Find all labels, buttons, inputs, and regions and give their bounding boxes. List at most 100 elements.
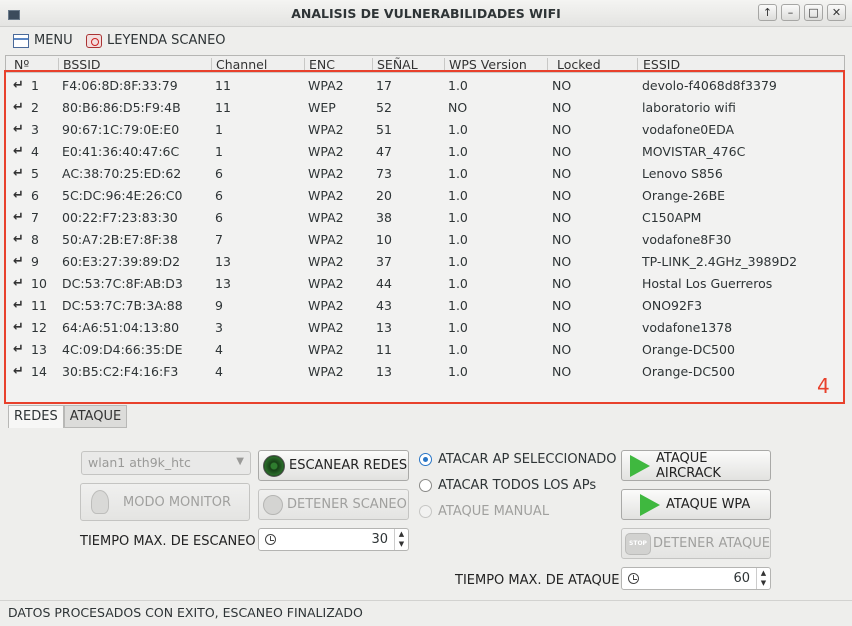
window-title: ANALISIS DE VULNERABILIDADES WIFI [291, 6, 561, 21]
enter-arrow-icon: ↵ [13, 276, 24, 291]
cell-n: 13 [31, 342, 47, 357]
cell-wps: 1.0 [448, 298, 468, 313]
col-header-enc[interactable]: ENC [309, 57, 335, 72]
cell-channel: 11 [215, 100, 231, 115]
cell-channel: 1 [215, 122, 223, 137]
table-row[interactable]: ↵ 3 90:67:1C:79:0E:E0 1 WPA2 51 1.0 NO vodafone0… [6, 118, 844, 140]
cell-locked: NO [552, 166, 572, 181]
cell-signal: 13 [376, 320, 392, 335]
menu-menu[interactable]: MENU [13, 33, 73, 48]
scan-networks-label: ESCANEAR REDES [289, 458, 408, 473]
cell-bssid: 4C:09:D4:66:35:DE [62, 342, 183, 357]
col-header-signal[interactable]: SEÑAL [377, 57, 418, 72]
cell-bssid: E0:41:36:40:47:6C [62, 144, 180, 159]
cell-channel: 13 [215, 254, 231, 269]
cell-channel: 6 [215, 210, 223, 225]
col-header-locked[interactable]: Locked [557, 57, 601, 72]
col-header-bssid[interactable]: BSSID [63, 57, 101, 72]
radio-indicator [419, 505, 432, 518]
cell-channel: 3 [215, 320, 223, 335]
menu-icon [13, 33, 29, 48]
cell-bssid: F4:06:8D:8F:33:79 [62, 78, 178, 93]
close-button[interactable]: ✕ [827, 4, 846, 21]
cell-n: 14 [31, 364, 47, 379]
wpa-attack-button[interactable]: ATAQUE WPA [621, 489, 771, 520]
spin-arrows[interactable]: ▲ ▼ [756, 568, 770, 589]
interface-select[interactable]: wlan1 ath9k_htc ▼ [81, 451, 251, 475]
cell-n: 6 [31, 188, 39, 203]
cell-essid: MOVISTAR_476C [642, 144, 746, 159]
stop-scan-button[interactable]: DETENER SCANEO [258, 489, 409, 520]
cell-enc: WPA2 [308, 188, 344, 203]
table-row[interactable]: ↵ 5 AC:38:70:25:ED:62 6 WPA2 73 1.0 NO Lenovo S8… [6, 162, 844, 184]
menu-legend[interactable]: LEYENDA SCANEO [86, 33, 226, 48]
table-row[interactable]: ↵ 4 E0:41:36:40:47:6C 1 WPA2 47 1.0 NO MOVISTAR_… [6, 140, 844, 162]
cell-wps: 1.0 [448, 144, 468, 159]
cell-channel: 4 [215, 342, 223, 357]
cell-essid: Orange-26BE [642, 188, 726, 203]
keep-above-button[interactable]: ↑ [758, 4, 777, 21]
radio-attack-manual[interactable]: ATAQUE MANUAL [419, 504, 549, 519]
col-header-wps[interactable]: WPS Version [449, 57, 527, 72]
spin-arrows[interactable]: ▲ ▼ [394, 529, 408, 550]
attack-time-spinbox[interactable]: 60 ▲ ▼ [621, 567, 771, 590]
col-header-num[interactable]: Nº [14, 57, 29, 72]
cell-channel: 9 [215, 298, 223, 313]
cell-bssid: 80:B6:86:D5:F9:4B [62, 100, 181, 115]
cell-n: 5 [31, 166, 39, 181]
cell-wps: 1.0 [448, 166, 468, 181]
table-row[interactable]: ↵ 6 5C:DC:96:4E:26:C0 6 WPA2 20 1.0 NO Orange-26… [6, 184, 844, 206]
enter-arrow-icon: ↵ [13, 188, 24, 203]
cell-wps: 1.0 [448, 232, 468, 247]
cell-locked: NO [552, 144, 572, 159]
cell-signal: 37 [376, 254, 392, 269]
table-row[interactable]: ↵ 7 00:22:F7:23:83:30 6 WPA2 38 1.0 NO C150APM [6, 206, 844, 228]
annotation-number: 4 [817, 374, 830, 398]
table-row[interactable]: ↵ 2 80:B6:86:D5:F9:4B 11 WEP 52 NO NO laboratori… [6, 96, 844, 118]
cell-enc: WPA2 [308, 342, 344, 357]
table-row[interactable]: ↵ 10 DC:53:7C:8F:AB:D3 13 WPA2 44 1.0 NO Hostal … [6, 272, 844, 294]
cell-n: 11 [31, 298, 47, 313]
table-row[interactable]: ↵ 8 50:A7:2B:E7:8F:38 7 WPA2 10 1.0 NO vodafone8… [6, 228, 844, 250]
title-bar: ANALISIS DE VULNERABILIDADES WIFI ↑ – □ … [0, 0, 852, 27]
chevron-down-icon: ▼ [236, 456, 244, 467]
monitor-mode-label: MODO MONITOR [123, 494, 232, 510]
cell-n: 8 [31, 232, 39, 247]
radio-attack-selected[interactable]: ATACAR AP SELECCIONADO [419, 452, 616, 467]
enter-arrow-icon: ↵ [13, 122, 24, 137]
table-row[interactable]: ↵ 11 DC:53:7C:7B:3A:88 9 WPA2 43 1.0 NO ONO92F3 [6, 294, 844, 316]
col-header-essid[interactable]: ESSID [643, 57, 680, 72]
status-bar: DATOS PROCESADOS CON EXITO, ESCANEO FINA… [0, 600, 852, 626]
cell-bssid: 50:A7:2B:E7:8F:38 [62, 232, 178, 247]
cell-signal: 51 [376, 122, 392, 137]
minimize-button[interactable]: – [781, 4, 800, 21]
table-row[interactable]: ↵ 13 4C:09:D4:66:35:DE 4 WPA2 11 1.0 NO Orange-D… [6, 338, 844, 360]
cell-channel: 13 [215, 276, 231, 291]
networks-table[interactable]: Nº BSSID Channel ENC SEÑAL WPS Version L… [5, 55, 845, 403]
radio-indicator [419, 453, 432, 466]
cell-channel: 11 [215, 78, 231, 93]
radio-attack-all[interactable]: ATACAR TODOS LOS APs [419, 478, 596, 493]
cell-n: 12 [31, 320, 47, 335]
stop-attack-button[interactable]: STOP DETENER ATAQUE [621, 528, 771, 559]
table-row[interactable]: ↵ 9 60:E3:27:39:89:D2 13 WPA2 37 1.0 NO TP-LINK_… [6, 250, 844, 272]
table-row[interactable]: ↵ 14 30:B5:C2:F4:16:F3 4 WPA2 13 1.0 NO Orange-D… [6, 360, 844, 382]
scan-networks-button[interactable]: ESCANEAR REDES [258, 450, 409, 481]
cell-wps: NO [448, 100, 468, 115]
stop-sign-icon: STOP [625, 532, 651, 555]
aircrack-attack-button[interactable]: ATAQUE AIRCRACK [621, 450, 771, 481]
cell-bssid: DC:53:7C:7B:3A:88 [62, 298, 183, 313]
monitor-mode-button[interactable]: MODO MONITOR [80, 483, 250, 521]
cell-bssid: 5C:DC:96:4E:26:C0 [62, 188, 183, 203]
legend-icon [86, 33, 102, 48]
col-header-channel[interactable]: Channel [216, 57, 267, 72]
table-row[interactable]: ↵ 12 64:A6:51:04:13:80 3 WPA2 13 1.0 NO vodafone… [6, 316, 844, 338]
tab-ataque[interactable]: ATAQUE [63, 405, 128, 428]
scan-time-spinbox[interactable]: 30 ▲ ▼ [258, 528, 409, 551]
cell-essid: TP-LINK_2.4GHz_3989D2 [642, 254, 798, 269]
maximize-button[interactable]: □ [804, 4, 823, 21]
table-row[interactable]: ↵ 1 F4:06:8D:8F:33:79 11 WPA2 17 1.0 NO devolo-f… [6, 74, 844, 96]
cell-signal: 13 [376, 364, 392, 379]
tab-redes[interactable]: REDES [8, 405, 64, 428]
cell-signal: 11 [376, 342, 392, 357]
